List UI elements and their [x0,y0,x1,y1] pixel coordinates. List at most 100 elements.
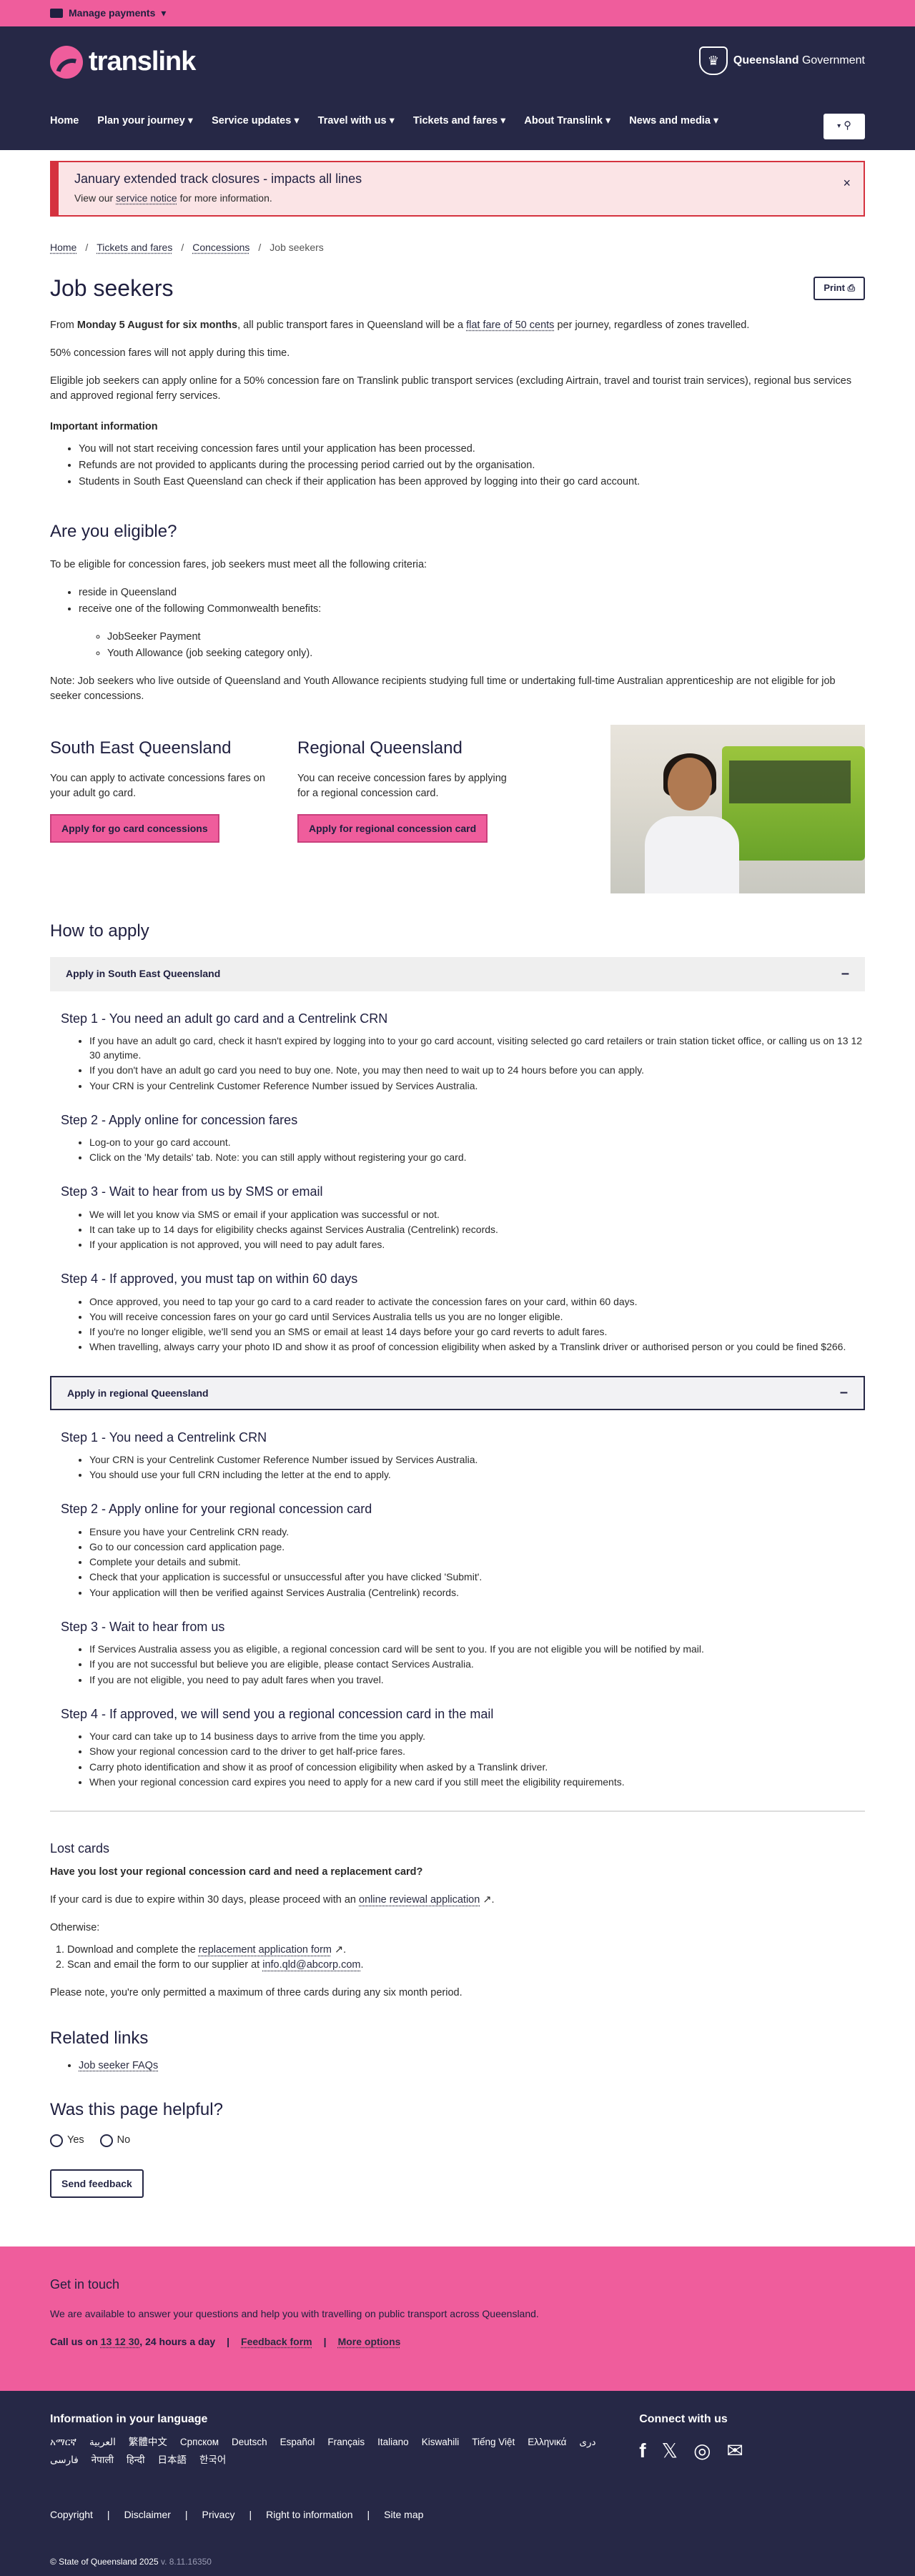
online-reviewal-link[interactable]: online reviewal application [359,1894,480,1906]
external-link-icon: ↗ [331,1944,344,1956]
no-radio[interactable]: No [99,2133,130,2148]
breadcrumb-separator: / [181,242,184,253]
nav-label: Travel with us [317,115,387,127]
step-list: If Services Australia assess you as elig… [89,1642,865,1687]
step-list: We will let you know via SMS or email if… [89,1207,865,1252]
language-link[interactable]: हिन्दी [127,2453,145,2467]
seq-column: South East Queensland You can apply to a… [50,736,269,843]
facebook-icon[interactable]: f [639,2437,646,2466]
minus-icon: – [841,966,849,982]
nav-home[interactable]: Home [50,114,79,129]
page-title: Job seekers [50,275,174,302]
breadcrumb-tickets[interactable]: Tickets and fares [97,240,172,254]
separator: | [367,2508,370,2520]
regional-text: You can receive concession fares by appl… [297,772,507,799]
job-seeker-faqs-link[interactable]: Job seeker FAQs [79,2060,158,2071]
list-item: reside in Queensland [79,585,865,600]
logo-text: translink [89,46,196,76]
related-links-list: Job seeker FAQs [79,2059,865,2074]
language-link[interactable]: Tiếng Việt [472,2435,515,2449]
step-heading: Step 3 - Wait to hear from us [61,1620,225,1635]
nav-plan-your-journey[interactable]: Plan your journey ▾ [97,114,193,129]
search-icon: ⚲ [844,120,851,132]
nav-about-translink[interactable]: About Translink ▾ [524,114,610,129]
print-button[interactable]: Print ⎙ [813,277,865,300]
email-icon[interactable]: ✉ [727,2437,743,2466]
how-to-apply-heading: How to apply [50,921,149,941]
translink-logo[interactable]: translink [50,42,196,81]
nav-travel-with-us[interactable]: Travel with us ▾ [318,114,395,129]
step-list: Your CRN is your Centrelink Customer Ref… [89,1452,865,1482]
step-block: Step 4 - If approved, you must tap on wi… [61,1269,865,1354]
flat-fare-link[interactable]: flat fare of 50 cents [466,319,554,331]
list-item: Your card can take up to 14 business day… [89,1729,865,1743]
list-item: You should use your full CRN including t… [89,1467,865,1482]
language-link[interactable]: Deutsch [232,2435,267,2449]
step-heading: Step 1 - You need an adult go card and a… [61,1011,388,1026]
send-feedback-button[interactable]: Send feedback [50,2169,144,2199]
disclaimer-link[interactable]: Disclaimer [124,2507,171,2522]
more-options-link[interactable]: More options [338,2334,401,2349]
queensland-government-logo[interactable]: ♛ Queensland Government [698,46,865,75]
language-link[interactable]: नेपाली [92,2453,114,2467]
close-icon[interactable]: × [843,174,851,192]
language-link[interactable]: 繁體中文 [129,2435,167,2449]
feedback-form-link[interactable]: Feedback form [241,2334,312,2349]
service-notice-link[interactable]: service notice [116,192,177,204]
language-link[interactable]: Ελληνικά [528,2435,566,2449]
accordion-regional[interactable]: Apply in regional Queensland – [50,1375,865,1410]
apply-go-card-button[interactable]: Apply for go card concessions [50,813,219,843]
list-item: When travelling, always carry your photo… [89,1339,865,1354]
replacement-form-link[interactable]: replacement application form [199,1944,332,1956]
nav-tickets-and-fares[interactable]: Tickets and fares ▾ [413,114,506,129]
alert-pre: View our [74,192,114,204]
breadcrumb-home[interactable]: Home [50,240,76,254]
nav-service-updates[interactable]: Service updates ▾ [212,114,300,129]
eligible-heading: Are you eligible? [50,521,177,541]
instagram-icon[interactable]: ◎ [693,2437,711,2466]
yes-radio[interactable]: Yes [50,2133,84,2148]
divider [50,1810,865,1813]
step-heading: Step 4 - If approved, you must tap on wi… [61,1272,358,1287]
sitemap-link[interactable]: Site map [384,2507,423,2522]
rti-link[interactable]: Right to information [266,2507,352,2522]
phone-link[interactable]: 13 12 30 [101,2336,140,2347]
step-list: Log-on to your go card account.Click on … [89,1135,865,1165]
list-item: Your CRN is your Centrelink Customer Ref… [89,1452,865,1467]
separator: | [107,2508,110,2520]
print-label: Print [824,282,845,294]
language-link[interactable]: فارسی [50,2453,79,2467]
list-item: Your application will then be verified a… [89,1585,865,1600]
apply-regional-card-button[interactable]: Apply for regional concession card [297,813,488,843]
accordion-seq[interactable]: Apply in South East Queensland – [50,956,865,991]
step-list: Your card can take up to 14 business day… [89,1729,865,1789]
list-item: Your CRN is your Centrelink Customer Ref… [89,1079,865,1093]
step-block: Step 3 - Wait to hear from us If Services… [61,1618,865,1687]
language-link[interactable]: Français [327,2435,365,2449]
copyright-link[interactable]: Copyright [50,2507,93,2522]
language-link[interactable]: Español [280,2435,315,2449]
language-link[interactable]: 한국어 [199,2453,226,2467]
paragraph: Eligible job seekers can apply online fo… [50,375,852,402]
language-link[interactable]: العربية [89,2435,116,2449]
step-block: Step 1 - You need an adult go card and a… [61,1009,865,1093]
manage-payments-link[interactable]: Manage payments [69,6,155,20]
language-link[interactable]: አማርኛ [50,2435,76,2449]
call-us: Call us on 13 12 30, 24 hours a day [50,2334,215,2349]
important-heading: Important information [50,420,158,432]
nav-news-and-media[interactable]: News and media ▾ [629,114,718,129]
language-link[interactable]: دری [579,2435,595,2449]
search-button[interactable]: ▾ ⚲ [824,114,865,139]
language-link[interactable]: Kiswahili [422,2435,460,2449]
radio-label: Yes [67,2134,84,2146]
text: , all public transport fares in Queensla… [237,319,464,331]
language-link[interactable]: 日本語 [157,2453,187,2467]
language-link[interactable]: Italiano [377,2435,409,2449]
x-icon[interactable]: 𝕏 [662,2437,678,2466]
list-item: Click on the 'My details' tab. Note: you… [89,1150,865,1164]
breadcrumb-concessions[interactable]: Concessions [192,240,249,254]
privacy-link[interactable]: Privacy [202,2507,235,2522]
list-item: Log-on to your go card account. [89,1135,865,1149]
email-link[interactable]: info.qld@abcorp.com [262,1959,360,1971]
language-link[interactable]: Српском [180,2435,219,2449]
